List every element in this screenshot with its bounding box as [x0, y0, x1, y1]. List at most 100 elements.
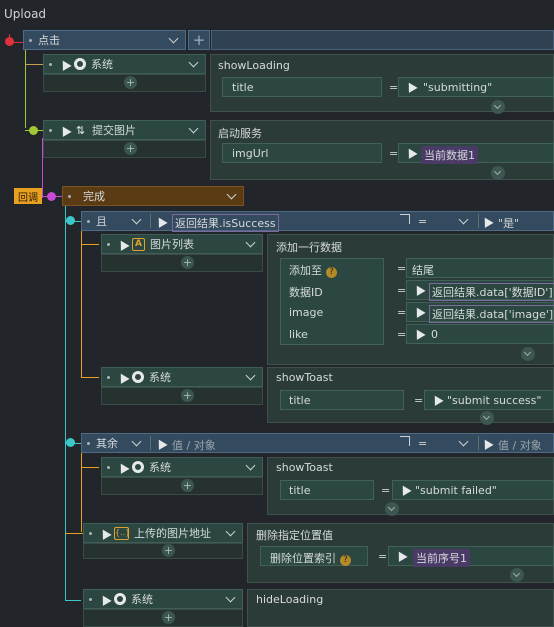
chevron-down-icon[interactable]: [131, 214, 142, 225]
pointer-icon: [116, 370, 130, 384]
chevron-down-icon[interactable]: [245, 237, 256, 248]
event-row-click[interactable]: 点击: [23, 30, 186, 50]
drag-handle[interactable]: [68, 194, 71, 198]
chevron-down-icon[interactable]: [225, 592, 236, 603]
node-dot-callback[interactable]: [47, 192, 56, 201]
param-value: 0: [431, 328, 438, 341]
param-value-field[interactable]: 返回结果.data['数据ID']: [406, 280, 554, 301]
plus-icon[interactable]: +: [181, 479, 194, 492]
help-icon[interactable]: ?: [340, 555, 351, 566]
drag-handle[interactable]: [107, 242, 110, 246]
param-value-field[interactable]: 结尾: [406, 258, 554, 278]
condition-row-else[interactable]: 其余 值 / 对象 = 值 / 对象: [81, 433, 554, 453]
param-value-field[interactable]: 返回结果.data['image']: [406, 302, 554, 323]
chevron-down-icon[interactable]: [131, 436, 142, 447]
block-system-1[interactable]: 系统: [43, 54, 206, 74]
tree-line-orange1-h1: [81, 244, 99, 245]
param-name: 删除位置索引?: [270, 550, 351, 566]
chevron-down-icon[interactable]: [188, 123, 199, 134]
node-dot-if[interactable]: [66, 216, 75, 225]
block-submit-image[interactable]: ⇅ 提交图片: [43, 120, 206, 140]
plus-icon[interactable]: +: [181, 389, 194, 402]
collapse-icon[interactable]: [491, 166, 505, 180]
chevron-down-icon[interactable]: [458, 436, 469, 447]
param-value-field[interactable]: 当前序号1: [388, 546, 554, 567]
value-placeholder[interactable]: 值 / 对象: [172, 437, 216, 453]
block-system-4[interactable]: 系统: [83, 589, 243, 609]
help-icon[interactable]: ?: [326, 267, 337, 278]
node-dot-else[interactable]: [66, 438, 75, 447]
callback-event-row[interactable]: 完成: [62, 186, 244, 206]
drag-handle[interactable]: [87, 441, 90, 445]
chevron-down-icon[interactable]: [188, 57, 199, 68]
expand-icon[interactable]: [400, 214, 410, 224]
variable-chip[interactable]: 当前数据1: [421, 146, 478, 164]
drag-handle[interactable]: [29, 38, 32, 42]
drag-handle[interactable]: [89, 531, 92, 535]
tree-line-orange2: [81, 452, 82, 532]
chevron-down-icon[interactable]: [245, 460, 256, 471]
drag-handle[interactable]: [89, 597, 92, 601]
drag-handle[interactable]: [49, 128, 52, 132]
transfer-icon: ⇅: [75, 123, 86, 137]
chevron-down-icon[interactable]: [168, 33, 179, 44]
collapse-icon[interactable]: [510, 568, 524, 582]
tree-line-cyan: [65, 205, 66, 600]
plus-icon[interactable]: +: [181, 256, 194, 269]
tree-line-orange2-h1: [81, 467, 99, 468]
drag-handle[interactable]: [87, 219, 90, 223]
pointer-icon: [154, 437, 168, 450]
param-value-field[interactable]: "submit success": [424, 390, 554, 410]
chevron-down-icon[interactable]: [225, 526, 236, 537]
condition-row-if[interactable]: 且 返回结果.isSuccess = "是": [81, 211, 554, 232]
collapse-icon[interactable]: [491, 100, 505, 114]
expand-icon[interactable]: [400, 436, 410, 446]
variable-chip[interactable]: 返回结果.data['数据ID']: [429, 283, 554, 301]
add-event-button[interactable]: +: [188, 30, 210, 50]
condition-chip[interactable]: 返回结果.isSuccess: [172, 214, 279, 232]
plus-icon[interactable]: +: [124, 76, 137, 89]
eq-sign: =: [389, 81, 399, 94]
param-value-field[interactable]: 0: [406, 324, 554, 344]
node-dot-root[interactable]: [5, 37, 14, 46]
plus-icon[interactable]: +: [162, 544, 175, 557]
collapse-icon[interactable]: [480, 411, 494, 425]
event-row-bar: [211, 30, 554, 50]
node-dot-submit[interactable]: [29, 126, 38, 135]
eq-sign: =: [389, 147, 399, 160]
drag-handle[interactable]: [49, 62, 52, 66]
param-value-field[interactable]: "submit failed": [392, 480, 554, 500]
pointer-icon: [154, 215, 168, 228]
variable-chip[interactable]: 当前序号1: [413, 549, 470, 567]
block-system-3[interactable]: 系统: [101, 457, 263, 477]
eq-sign: =: [418, 215, 428, 228]
collapse-icon[interactable]: [521, 347, 535, 361]
pointer-icon: [480, 437, 494, 450]
variable-chip[interactable]: 返回结果.data['image']: [429, 305, 554, 323]
module-label: 系统: [91, 58, 113, 71]
tree-line-orange1: [81, 228, 82, 378]
block-uploaded-urls[interactable]: {..} 上传的图片地址: [83, 523, 243, 543]
drag-handle[interactable]: [107, 465, 110, 469]
chevron-down-icon[interactable]: [226, 189, 237, 200]
param-name: imgUrl: [232, 147, 269, 160]
drag-handle[interactable]: [107, 375, 110, 379]
app-title: Upload: [4, 7, 47, 21]
param-value-field[interactable]: "submitting": [398, 77, 554, 97]
tree-line-lime-h1: [25, 64, 43, 65]
param-value-field[interactable]: 当前数据1: [398, 143, 554, 164]
condition-value: "是": [498, 217, 520, 230]
param-name: 添加至?: [289, 262, 337, 278]
tree-line-lime: [25, 48, 26, 128]
plus-icon[interactable]: +: [162, 611, 175, 624]
chevron-down-icon[interactable]: [245, 370, 256, 381]
collapse-icon[interactable]: [385, 502, 399, 516]
eq-sign: =: [418, 437, 428, 450]
block-system-2[interactable]: 系统: [101, 367, 263, 387]
plus-icon[interactable]: +: [124, 142, 137, 155]
block-image-list[interactable]: A 图片列表: [101, 234, 263, 254]
chevron-down-icon[interactable]: [458, 214, 469, 225]
param-value: 结尾: [412, 264, 434, 277]
value-placeholder[interactable]: 值 / 对象: [498, 437, 542, 453]
callback-badge: 回调: [14, 188, 42, 204]
